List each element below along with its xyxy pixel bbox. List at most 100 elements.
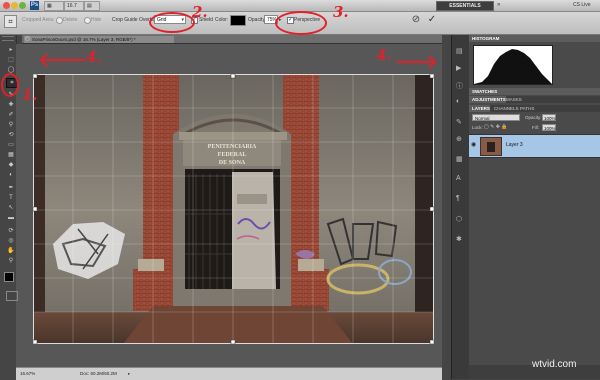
- histogram-chart: [473, 45, 553, 85]
- annotation-circle-overlay: [149, 12, 195, 33]
- minimize-window-button[interactable]: [11, 2, 18, 9]
- layer-name[interactable]: Layer 3: [506, 142, 523, 148]
- workspace-menu-chevron-icon[interactable]: »: [497, 2, 505, 9]
- tab-paths[interactable]: PATHS: [517, 105, 534, 112]
- layer-visibility-eye-icon[interactable]: ◉: [471, 141, 476, 148]
- fill-label: Fill:: [532, 125, 539, 130]
- paragraph-panel-icon[interactable]: ¶: [456, 195, 460, 202]
- commit-crop-icon[interactable]: ✓: [426, 14, 438, 26]
- tab-histogram[interactable]: HISTOGRAM: [469, 35, 600, 42]
- zoom-level-dropdown[interactable]: 16.7: [64, 1, 84, 11]
- sign-text-line2: FEDERAL: [218, 152, 247, 158]
- tab-layers[interactable]: LAYERS: [469, 105, 490, 112]
- document-tab-bar: SonaPrisonDoors.psd @ 16.7% (Layer 3, RG…: [22, 35, 442, 44]
- history-brush-tool-icon[interactable]: ⟲: [6, 131, 16, 139]
- histogram-graph: [474, 49, 552, 84]
- annotation-circle-perspective: [275, 11, 327, 35]
- gradient-tool-icon[interactable]: ▦: [6, 151, 16, 159]
- blend-mode-value: Normal: [475, 116, 490, 121]
- tools-panel-grip[interactable]: [2, 36, 14, 41]
- tab-swatches[interactable]: SWATCHES: [469, 88, 600, 95]
- brush-tool-icon[interactable]: ✐: [6, 111, 16, 119]
- clone-stamp-tool-icon[interactable]: ⚲: [6, 121, 16, 129]
- layer-opacity-label: Opacity:: [525, 115, 542, 120]
- brush-presets-icon[interactable]: ✎: [456, 118, 462, 126]
- crop-tool-preset-icon[interactable]: ⌗: [4, 15, 17, 28]
- layers-tab-row: LAYERS CHANNELS PATHS: [469, 105, 600, 112]
- shape-tool-icon[interactable]: ▬: [6, 214, 16, 222]
- dodge-tool-icon[interactable]: ◐: [6, 171, 16, 179]
- hand-tool-icon[interactable]: ✋: [6, 247, 16, 255]
- foreground-color-swatch[interactable]: [4, 272, 14, 282]
- navigator-panel-icon[interactable]: ◐: [456, 98, 460, 105]
- annotation-number-4-left: 4.: [86, 48, 102, 66]
- zoom-tool-icon[interactable]: ⚲: [6, 257, 16, 265]
- annotation-arrow-left-icon: [40, 53, 85, 67]
- layer-row[interactable]: ◉ Layer 3: [469, 134, 600, 158]
- panel-icon-strip: ▤ ▶ ⓘ ◐ ✎ ⊕ ▦ A ¶ ⬡ ✱: [451, 35, 470, 379]
- healing-brush-tool-icon[interactable]: ✚: [6, 101, 16, 109]
- watermark-text: wtvid.com: [532, 359, 577, 370]
- marquee-tool-icon[interactable]: ⬚: [6, 56, 16, 64]
- zoom-percent[interactable]: 16.67%: [20, 368, 35, 380]
- cropped-area-label: Cropped Area:: [22, 17, 55, 23]
- layer-thumbnail-door: [487, 142, 495, 152]
- info-panel-icon[interactable]: ⓘ: [456, 81, 463, 91]
- zoom-window-button[interactable]: [19, 2, 26, 9]
- tab-channels[interactable]: CHANNELS: [491, 105, 519, 112]
- layer-fill-field[interactable]: 100%: [542, 124, 556, 131]
- sign-text-line3: DE SONA: [219, 160, 246, 166]
- eraser-tool-icon[interactable]: ▭: [6, 141, 16, 149]
- status-bar: 16.67% Doc: 60.2M/60.2M ▸: [16, 367, 442, 380]
- 3d-rotate-tool-icon[interactable]: ⟳: [6, 227, 16, 235]
- workspace-switcher[interactable]: ESSENTIALS: [436, 1, 494, 11]
- move-tool-icon[interactable]: ▸: [6, 46, 16, 54]
- blend-mode-select[interactable]: Normal: [472, 114, 520, 121]
- view-extras-dropdown[interactable]: ▦: [44, 1, 64, 11]
- photoshop-logo: Ps: [30, 1, 39, 10]
- tool-options-bar: ⌗ Cropped Area: Delete Hide Crop Guide O…: [0, 3, 600, 35]
- color-label: Color:: [215, 17, 229, 23]
- close-window-button[interactable]: [3, 2, 10, 9]
- pen-tool-icon[interactable]: ✒: [6, 184, 16, 192]
- right-panels: HISTOGRAM SWATCHES ADJUSTMENTS MASKS LAY…: [469, 35, 600, 379]
- cs-live-button[interactable]: CS Live: [573, 1, 591, 10]
- close-document-icon[interactable]: ×: [25, 36, 30, 41]
- arrange-documents-dropdown[interactable]: ▤: [84, 1, 100, 11]
- quick-mask-icon[interactable]: [6, 291, 18, 301]
- blur-tool-icon[interactable]: ◆: [6, 161, 16, 169]
- adjustments-tab-row: ADJUSTMENTS MASKS: [469, 96, 600, 103]
- annotation-arrow-right-icon: [397, 55, 436, 69]
- annotation-number-3: 3.: [333, 3, 349, 21]
- annotation-circle-crop-tool: [1, 73, 19, 97]
- delete-radio[interactable]: [56, 17, 63, 24]
- annotation-number-2: 2.: [192, 3, 208, 21]
- layer-opacity-field[interactable]: 100%: [542, 114, 556, 121]
- tab-adjustments[interactable]: ADJUSTMENTS: [469, 96, 506, 103]
- status-menu-arrow-icon[interactable]: ▸: [128, 368, 130, 380]
- hide-label: Hide: [91, 17, 102, 23]
- lock-label: Lock:: [472, 125, 483, 130]
- document-tab[interactable]: SonaPrisonDoors.psd @ 16.7% (Layer 3, RG…: [24, 36, 174, 43]
- type-tool-icon[interactable]: T: [6, 194, 16, 202]
- character-panel-icon[interactable]: A: [456, 175, 461, 182]
- crop-image-canvas[interactable]: PENITENCIARIA FEDERAL DE SONA: [33, 74, 434, 344]
- lock-options-icon[interactable]: ▢ ✎ ✥ 🔒: [484, 124, 508, 130]
- document-tab-title: SonaPrisonDoors.psd @ 16.7% (Layer 3, RG…: [32, 37, 136, 42]
- clone-source-icon[interactable]: ⊕: [456, 135, 462, 143]
- styles-panel-icon[interactable]: ▦: [456, 155, 463, 163]
- delete-label: Delete: [63, 17, 78, 23]
- actions-panel-icon[interactable]: ▶: [456, 64, 461, 72]
- shield-color-swatch[interactable]: [230, 15, 246, 26]
- layer-thumbnail: [480, 137, 502, 156]
- path-selection-tool-icon[interactable]: ↖: [6, 204, 16, 212]
- tab-masks[interactable]: MASKS: [503, 96, 522, 103]
- history-panel-icon[interactable]: ▤: [456, 47, 463, 55]
- annotation-number-1: 1.: [22, 86, 38, 104]
- measurement-panel-icon[interactable]: ✱: [456, 235, 462, 243]
- prison-doors-photo: PENITENCIARIA FEDERAL DE SONA: [33, 74, 434, 344]
- 3d-orbit-tool-icon[interactable]: ◎: [6, 237, 16, 245]
- hide-radio[interactable]: [84, 17, 91, 24]
- cancel-crop-icon[interactable]: ⊘: [410, 14, 422, 26]
- 3d-panel-icon[interactable]: ⬡: [456, 215, 462, 223]
